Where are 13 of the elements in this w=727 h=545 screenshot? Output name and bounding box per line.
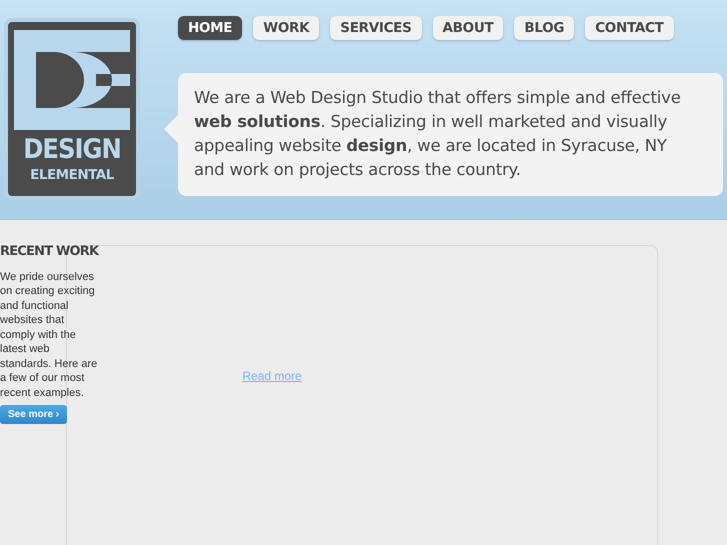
nav-tab[interactable]: WORK	[253, 16, 320, 40]
nav-tab[interactable]: ABOUT	[432, 16, 504, 40]
nav-tab[interactable]: HOME	[178, 16, 242, 40]
nav-tab[interactable]: SERVICES	[330, 16, 422, 40]
logo-mark-icon	[14, 30, 130, 130]
section-heading: RECENT WORK	[0, 244, 98, 260]
logo[interactable]: DESIGN ELEMENTAL	[4, 18, 140, 200]
logo-text: DESIGN	[23, 136, 121, 163]
nav-tab[interactable]: CONTACT	[585, 16, 674, 40]
section-description: We pride ourselves on creating exciting and functional websites that comply with the latest web standards. Here are a few of our most recent examples.	[0, 270, 98, 400]
intro-text: We are a Web Design Studio that offers simple and effective web solutions. Specializing in well marketed and visually appealing website design, we are located in Syracuse, NY and work on projects across the country.	[194, 88, 681, 179]
nav-tab[interactable]: BLOG	[514, 16, 574, 40]
logo-subtext: ELEMENTAL	[30, 169, 114, 182]
